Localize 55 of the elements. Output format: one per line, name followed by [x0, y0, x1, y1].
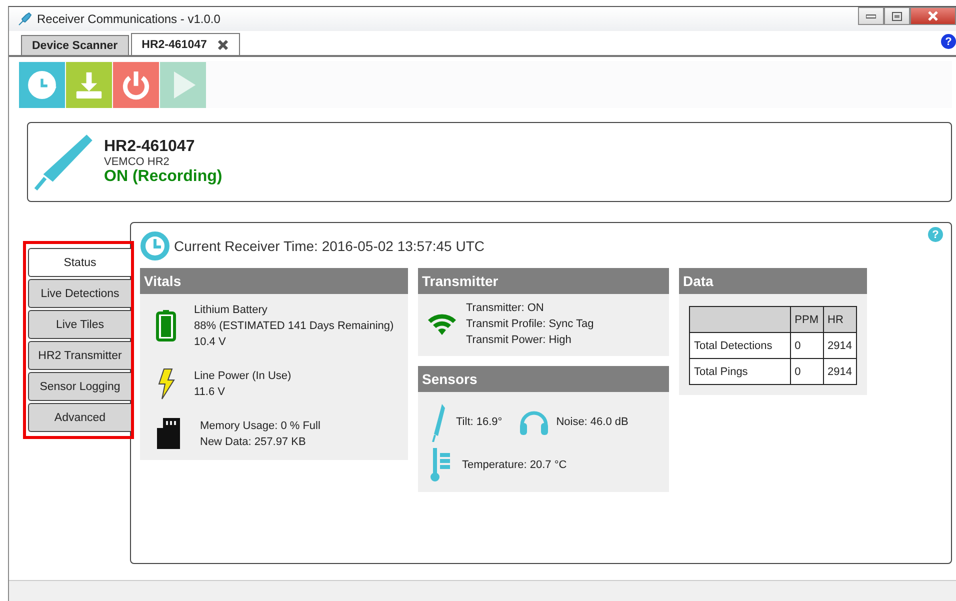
vital-text: New Data: 257.97 KB [200, 435, 307, 450]
vital-text: 11.6 V [194, 385, 226, 400]
plug-icon [17, 11, 33, 27]
vital-text: Memory Usage: 0 % Full [200, 419, 320, 434]
side-tab[interactable]: Status [28, 248, 131, 277]
memory-card-icon [156, 418, 182, 450]
sensor-reading: Tilt: 16.9° [456, 416, 502, 428]
close-icon [927, 11, 939, 21]
thermometer-icon [430, 448, 452, 482]
column-header: PPM [790, 306, 824, 332]
column-header: HR [823, 306, 856, 332]
vital-text: Lithium Battery [194, 303, 268, 318]
table-cell: 0 [790, 358, 824, 384]
tab[interactable]: HR2-461047 [130, 33, 240, 55]
lightning-icon [156, 368, 176, 400]
close-icon[interactable] [216, 38, 229, 50]
side-tab[interactable]: Sensor Logging [28, 372, 131, 401]
table-cell: 2914 [823, 358, 856, 384]
vital-text: 10.4 V [194, 335, 227, 350]
device-model: VEMCO HR2 [104, 156, 170, 168]
transmitter-text: Transmit Power: High [466, 333, 572, 348]
tilt-sensor-icon [430, 402, 446, 442]
minimize-button[interactable] [858, 7, 884, 25]
window-title: Receiver Communications - v1.0.0 [37, 12, 220, 26]
sensor-reading: Noise: 46.0 dB [556, 416, 628, 428]
power-button[interactable] [113, 62, 159, 108]
transmitter-text: Transmitter: ON [466, 301, 545, 316]
side-tab[interactable]: Advanced [28, 403, 131, 432]
panel-header: Sensors [418, 366, 669, 392]
maximize-button[interactable] [884, 7, 910, 25]
panel-header: Vitals [140, 268, 408, 294]
table-cell: Total Detections [690, 332, 790, 358]
transmitter-text: Transmit Profile: Sync Tag [466, 317, 594, 332]
side-tab[interactable]: HR2 Transmitter [28, 341, 131, 370]
device-status: ON (Recording) [104, 168, 222, 186]
table-cell: 0 [790, 332, 824, 358]
device-name: HR2-461047 [104, 138, 196, 156]
vital-text: 88% (ESTIMATED 141 Days Remaining) [194, 319, 394, 334]
table-cell: 2914 [823, 332, 856, 358]
close-button[interactable] [910, 7, 956, 25]
help-icon[interactable]: ? [941, 34, 956, 49]
side-tab[interactable]: Live Detections [28, 279, 131, 308]
minimize-icon [866, 13, 876, 19]
battery-icon [156, 310, 176, 342]
panel-header: Transmitter [418, 268, 669, 294]
vital-text: Line Power (In Use) [194, 369, 292, 384]
clock-icon [140, 231, 170, 261]
side-tab[interactable]: Live Tiles [28, 310, 131, 339]
receiver-time: Current Receiver Time: 2016-05-02 13:57:45 UTC [174, 238, 484, 254]
maximize-icon [892, 12, 902, 20]
wifi-icon [426, 312, 458, 336]
panel-header: Data [679, 268, 867, 294]
table-cell: Total Pings [690, 358, 790, 384]
tab[interactable]: Device Scanner [21, 35, 129, 55]
sensor-reading: Temperature: 20.7 °C [462, 459, 567, 471]
